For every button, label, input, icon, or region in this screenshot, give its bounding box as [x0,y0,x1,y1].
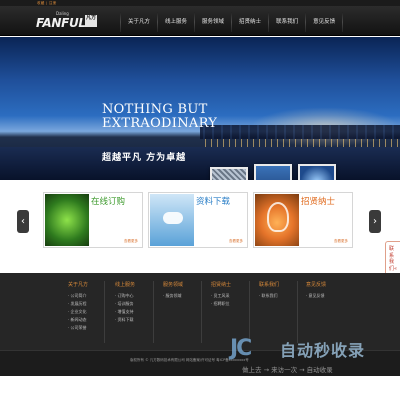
footer-link[interactable]: · 发展历程 [68,300,108,308]
footer-col-about: 关于凡方 · 公司简介 · 发展历程 · 企业文化 · 新闻动态 · 公司荣誉 [68,281,108,332]
chevron-left-icon[interactable]: ‹ [17,210,29,233]
footer-divider [153,281,154,343]
footer-link[interactable]: · 资料下载 [115,316,155,324]
footer-heading[interactable]: 招贤纳士 [211,281,251,288]
circuit-board-image [45,194,89,246]
footer-link[interactable]: · 联系我们 [259,292,299,300]
footer-heading[interactable]: 服务领域 [163,281,203,288]
watermark-logo-icon: JC [230,336,252,361]
logo-badge: 凡方 [85,15,97,27]
site-header: Daling FANFULL 凡方 关于凡方 线上服务 服务领域 招贤纳士 联系… [0,6,400,36]
footer-col-careers: 招贤纳士 · 员工风采 · 招聘职位 [211,281,251,308]
footer-col-contact: 联系我们 · 联系我们 [259,281,299,300]
watermark: JC 自动秒收录 做上去 → 来访一次 → 自动收录 [230,333,385,378]
card-more-link[interactable]: 查看更多 [124,239,138,244]
footer-heading[interactable]: 线上服务 [115,281,155,288]
footer-col-feedback: 意见反馈 · 意见反馈 [306,281,346,300]
footer-link[interactable]: · 订购中心 [115,292,155,300]
nav-divider [342,12,344,32]
card-more-link[interactable]: 查看更多 [334,239,348,244]
footer-heading[interactable]: 关于凡方 [68,281,108,288]
main-nav: 关于凡方 线上服务 服务领域 招贤纳士 联系我们 意见反馈 [120,12,344,32]
hero-thumbnail-1[interactable] [210,167,248,180]
footer-heading[interactable]: 意见反馈 [306,281,346,288]
nav-about[interactable]: 关于凡方 [121,12,157,32]
site-logo[interactable]: Daling FANFULL 凡方 [30,10,97,32]
card-more-link[interactable]: 查看更多 [229,239,243,244]
city-skyline [200,125,400,139]
page-bottom-margin [0,376,400,400]
card-downloads[interactable]: 资料下载 查看更多 [148,192,248,248]
hero-thumbnail-2[interactable] [254,164,292,180]
nav-contact[interactable]: 联系我们 [269,12,305,32]
card-title: 资料下载 [196,197,231,207]
card-careers[interactable]: 招贤纳士 查看更多 [253,192,353,248]
hero-thumbnail-3[interactable] [298,164,336,180]
footer-link[interactable]: · 增值支持 [115,308,155,316]
lightbulb-icon [267,202,289,232]
card-title: 在线订购 [91,197,126,207]
watermark-subtitle: 做上去 → 来访一次 → 自动收录 [242,366,333,374]
footer-link[interactable]: · 新闻动态 [68,316,108,324]
hero-headline-line1: NOTHING BUT [102,102,208,117]
nav-careers[interactable]: 招贤纳士 [232,12,268,32]
footer-link[interactable]: · 培训服务 [115,300,155,308]
footer-divider [201,281,202,343]
cloud-icon [163,212,183,224]
nav-online-service[interactable]: 线上服务 [158,12,194,32]
footer-link[interactable]: · 招聘职位 [211,300,251,308]
hero-headline: NOTHING BUT EXTRAODINARY [102,103,217,131]
hero-banner: NOTHING BUT EXTRAODINARY 超越平凡 方为卓越 [0,37,400,180]
footer-link[interactable]: · 意见反馈 [306,292,346,300]
service-cards-section: ‹ 在线订购 查看更多 资料下载 查看更多 招贤纳士 查看更多 › [0,180,400,273]
footer-link[interactable]: · 公司荣誉 [68,324,108,332]
chevron-right-icon[interactable]: › [369,210,381,233]
nav-service-areas[interactable]: 服务领域 [195,12,231,32]
footer-link[interactable]: · 服务领域 [163,292,203,300]
cloud-image [150,194,194,246]
footer-col-service-areas: 服务领域 · 服务领域 [163,281,203,300]
watermark-title: 自动秒收录 [280,341,366,360]
nav-feedback[interactable]: 意见反馈 [306,12,342,32]
hero-headline-line2: EXTRAODINARY [102,116,218,131]
card-online-order[interactable]: 在线订购 查看更多 [43,192,143,248]
footer-col-online-service: 线上服务 · 订购中心 · 培训服务 · 增值支持 · 资料下载 [115,281,155,324]
side-tab-label: 联系我们« [389,246,398,272]
footer-link[interactable]: · 员工风采 [211,292,251,300]
footer-divider [104,281,105,343]
hero-slogan: 超越平凡 方为卓越 [102,153,187,163]
footer-link[interactable]: · 企业文化 [68,308,108,316]
bay-water [0,147,400,180]
footer-heading[interactable]: 联系我们 [259,281,299,288]
card-title: 招贤纳士 [301,197,336,207]
lightbulb-image [255,194,299,246]
footer-link[interactable]: · 公司简介 [68,292,108,300]
